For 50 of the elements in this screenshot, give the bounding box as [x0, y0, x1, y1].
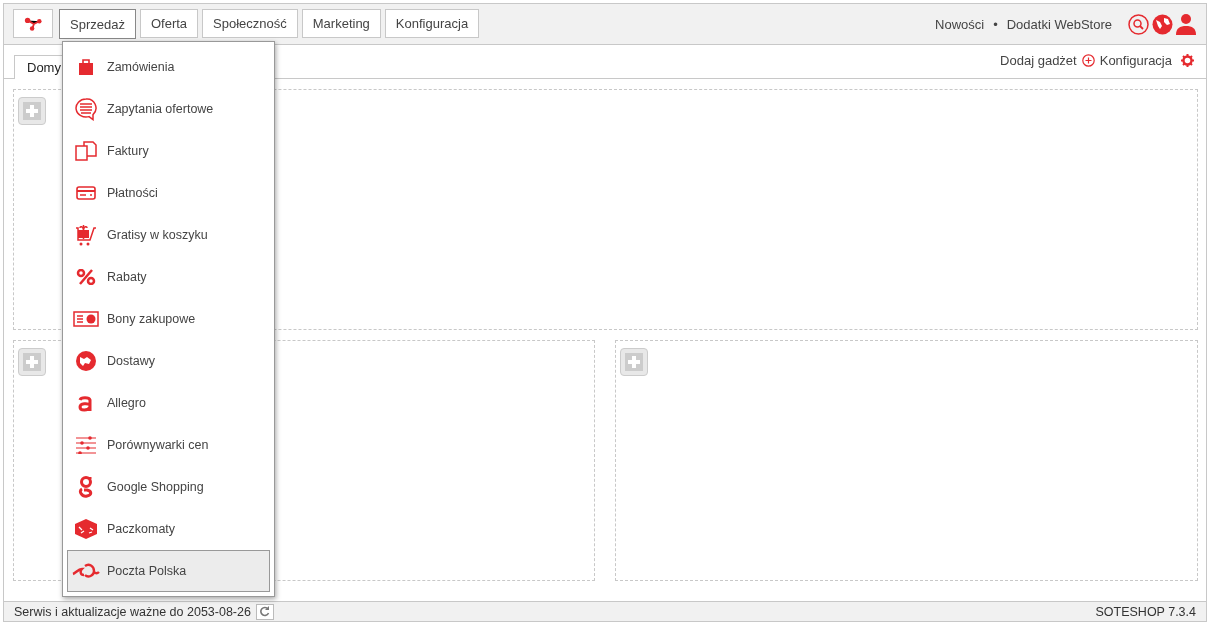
- card-icon: [76, 186, 96, 200]
- news-link[interactable]: Nowości: [935, 16, 985, 32]
- refresh-icon: [259, 606, 271, 617]
- nav-tab[interactable]: Społeczność: [202, 9, 298, 38]
- menu-item[interactable]: Zamówienia: [67, 46, 270, 88]
- plus-icon: [23, 102, 41, 120]
- menu-item[interactable]: Poczta Polska: [67, 550, 270, 592]
- documents-icon: [75, 141, 97, 161]
- plus-circle-icon[interactable]: [1081, 54, 1095, 67]
- menu-item[interactable]: Rabaty: [67, 256, 270, 298]
- parcel-box-icon: [73, 518, 99, 540]
- home-button[interactable]: [13, 9, 53, 38]
- network-logo-icon: [24, 15, 42, 32]
- nav-tab[interactable]: Marketing: [301, 9, 381, 38]
- menu-item[interactable]: Faktury: [67, 130, 270, 172]
- speech-bubble-icon: [74, 97, 98, 121]
- settings-icon[interactable]: [1181, 54, 1194, 67]
- menu-item[interactable]: Paczkomaty: [67, 508, 270, 550]
- webstore-link[interactable]: Dodatki WebStore: [1006, 16, 1112, 32]
- globe-icon: [75, 350, 97, 372]
- nav-tab[interactable]: Sprzedaż: [59, 9, 136, 39]
- percent-icon: [76, 269, 96, 285]
- voucher-icon: [73, 311, 99, 327]
- nav-tab[interactable]: Oferta: [139, 9, 199, 38]
- menu-item[interactable]: Gratisy w koszyku: [67, 214, 270, 256]
- separator-dot: •: [993, 16, 998, 32]
- refresh-button[interactable]: [255, 603, 274, 620]
- plus-icon: [23, 353, 41, 371]
- letter-g-icon: [78, 476, 94, 498]
- user-icon[interactable]: [1176, 13, 1196, 35]
- globe-icon[interactable]: [1152, 13, 1173, 35]
- license-info: Serwis i aktualizacje ważne do 2053-08-26: [14, 604, 251, 619]
- menu-item[interactable]: Bony zakupowe: [67, 298, 270, 340]
- configuration-link[interactable]: Konfiguracja: [1099, 53, 1172, 68]
- menu-item[interactable]: Google Shopping: [67, 466, 270, 508]
- sliders-icon: [75, 436, 97, 454]
- dashboard-tab[interactable]: Domy: [14, 55, 64, 79]
- gift-cart-icon: [75, 224, 97, 246]
- nav-tab[interactable]: Konfiguracja: [384, 9, 480, 38]
- plus-icon: [625, 353, 643, 371]
- menu-item[interactable]: Płatności: [67, 172, 270, 214]
- menu-item[interactable]: Porównywarki cen: [67, 424, 270, 466]
- search-icon[interactable]: [1128, 13, 1149, 35]
- version-label: SOTESHOP 7.3.4: [1095, 604, 1196, 619]
- menu-item[interactable]: Zapytania ofertowe: [67, 88, 270, 130]
- add-gadget-link[interactable]: Dodaj gadżet: [1000, 53, 1077, 68]
- letter-a-icon: [77, 394, 95, 412]
- menu-item[interactable]: Dostawy: [67, 340, 270, 382]
- bag-icon: [78, 58, 94, 76]
- menu-item[interactable]: Allegro: [67, 382, 270, 424]
